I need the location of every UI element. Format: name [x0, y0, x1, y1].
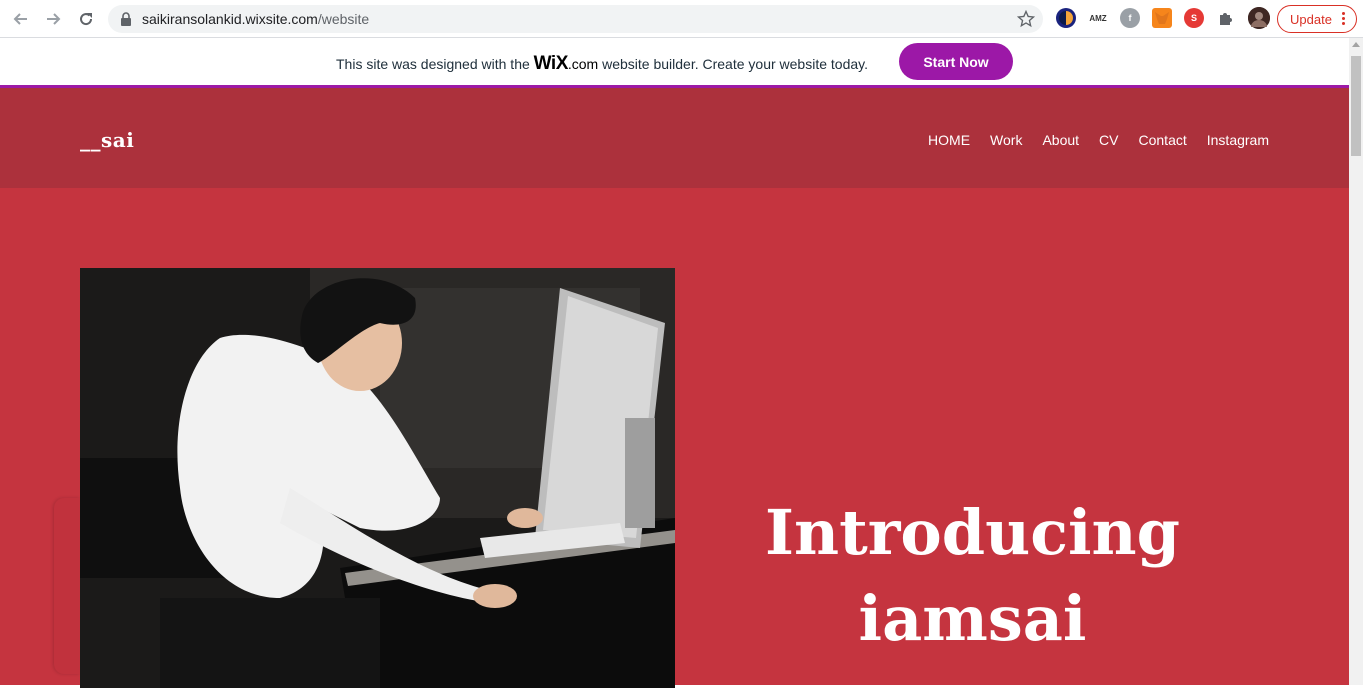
profile-avatar[interactable]	[1248, 7, 1270, 29]
avatar-icon	[1248, 7, 1270, 29]
half-moon-icon	[1059, 11, 1073, 25]
update-label: Update	[1290, 11, 1332, 27]
reload-button[interactable]	[74, 7, 98, 31]
forward-arrow-icon	[47, 13, 61, 25]
bookmark-star-icon[interactable]	[1017, 10, 1035, 28]
back-button[interactable]	[9, 7, 33, 31]
page-scrollbar[interactable]	[1349, 38, 1363, 685]
update-button[interactable]: Update	[1277, 5, 1357, 33]
nav-cv[interactable]: CV	[1099, 132, 1118, 148]
url-text: saikiransolankid.wixsite.com/website	[142, 11, 369, 27]
man-at-computer-illustration	[80, 268, 675, 688]
wix-banner-message: This site was designed with the WiX.com …	[336, 53, 868, 75]
puzzle-icon[interactable]	[1216, 8, 1236, 28]
side-tab[interactable]	[54, 498, 80, 674]
url-host: saikiransolankid.wixsite.com	[142, 11, 318, 27]
nav-about[interactable]: About	[1042, 132, 1079, 148]
back-arrow-icon	[13, 13, 27, 25]
scroll-up-arrow-icon[interactable]	[1352, 42, 1360, 47]
scrollbar-thumb[interactable]	[1351, 56, 1361, 156]
metamask-icon[interactable]	[1152, 8, 1172, 28]
address-bar[interactable]: saikiransolankid.wixsite.com/website	[108, 5, 1043, 33]
hero-section: Introducing iamsai	[0, 188, 1349, 688]
nav-work[interactable]: Work	[990, 132, 1022, 148]
hero-title-line2: iamsai	[858, 582, 1087, 655]
banner-text-before: This site was designed with the	[336, 56, 534, 72]
amz-icon[interactable]: AMZ	[1088, 8, 1108, 28]
wix-logo: WiX	[533, 53, 569, 74]
browser-toolbar: saikiransolankid.wixsite.com/website AMZ…	[0, 0, 1363, 38]
extension-circle-icon[interactable]	[1056, 8, 1076, 28]
start-now-button[interactable]: Start Now	[899, 43, 1013, 80]
site-nav: HOME Work About CV Contact Instagram	[908, 132, 1269, 148]
hero-title: Introducing iamsai	[700, 490, 1245, 662]
wix-domain: .com	[567, 56, 599, 72]
hero-photo	[80, 268, 675, 688]
banner-text-after: website builder. Create your website tod…	[598, 56, 868, 72]
fox-icon	[1155, 12, 1169, 24]
nav-instagram[interactable]: Instagram	[1207, 132, 1269, 148]
lock-icon	[121, 12, 131, 26]
wix-promo-banner: This site was designed with the WiX.com …	[0, 38, 1349, 85]
site-header: __sai HOME Work About CV Contact Instagr…	[0, 88, 1349, 188]
facebook-icon[interactable]: f	[1120, 8, 1140, 28]
site-logo[interactable]: __sai	[80, 128, 134, 152]
reload-icon	[80, 13, 93, 26]
nav-home[interactable]: HOME	[928, 132, 970, 148]
hero-title-line1: Introducing	[765, 496, 1180, 569]
forward-button[interactable]	[41, 7, 65, 31]
menu-dots-icon	[1342, 12, 1346, 27]
nav-contact[interactable]: Contact	[1139, 132, 1187, 148]
url-path: /website	[317, 11, 370, 27]
s-extension-icon[interactable]: S	[1184, 8, 1204, 28]
